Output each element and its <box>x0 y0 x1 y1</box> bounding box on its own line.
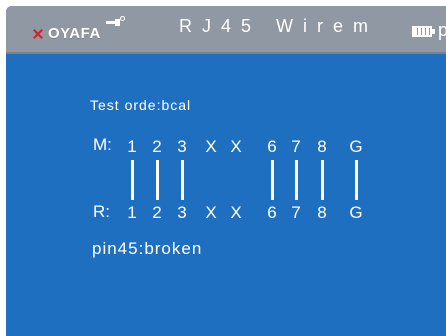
title-cut-letter: p <box>438 20 446 40</box>
battery-cap <box>432 29 435 34</box>
r-pin-6: 6 <box>267 203 277 222</box>
brand-mark-icon <box>32 28 44 40</box>
brand-logo: OYAFA <box>32 25 101 42</box>
brand-name: OYAFA <box>48 25 101 42</box>
r-row-label: R: <box>93 202 110 221</box>
m-pin-1: 1 <box>127 137 137 156</box>
wire-pin-1 <box>131 160 134 200</box>
wire-pin-3 <box>181 160 184 200</box>
wire-pin-6 <box>271 160 274 200</box>
wire-pin-2 <box>156 160 159 200</box>
r-pin-g: G <box>349 203 363 222</box>
m-pin-6: 6 <box>267 137 277 156</box>
m-pin-3: 3 <box>177 137 187 156</box>
cable-tip <box>115 19 120 26</box>
m-pin-g: G <box>349 137 363 156</box>
m-pin-5: X <box>230 137 242 156</box>
wire-pin-7 <box>295 160 298 200</box>
wire-pin-g <box>355 160 358 200</box>
r-pin-4: X <box>205 203 217 222</box>
m-pin-2: 2 <box>152 137 162 156</box>
wire-pin-8 <box>321 160 324 200</box>
device-screen: OYAFA RJ45 Wirem p Test orde:bcal M: R: … <box>6 6 446 336</box>
m-pin-4: X <box>205 137 217 156</box>
m-pin-8: 8 <box>317 137 327 156</box>
r-pin-8: 8 <box>317 203 327 222</box>
screen-title: RJ45 Wirem <box>179 16 379 36</box>
cable-status-dot <box>120 16 125 21</box>
m-pin-7: 7 <box>291 137 301 156</box>
r-pin-3: 3 <box>177 203 187 222</box>
r-pin-2: 2 <box>152 203 162 222</box>
pair-status: pin45:broken <box>92 239 203 258</box>
r-pin-5: X <box>230 203 242 222</box>
header-bar: OYAFA RJ45 Wirem p <box>6 6 446 54</box>
test-order-line: Test orde:bcal <box>90 97 192 113</box>
r-pin-1: 1 <box>127 203 137 222</box>
battery-icon <box>412 26 432 37</box>
r-pin-7: 7 <box>291 203 301 222</box>
m-row-label: M: <box>93 135 112 154</box>
cable-icon <box>106 16 125 28</box>
